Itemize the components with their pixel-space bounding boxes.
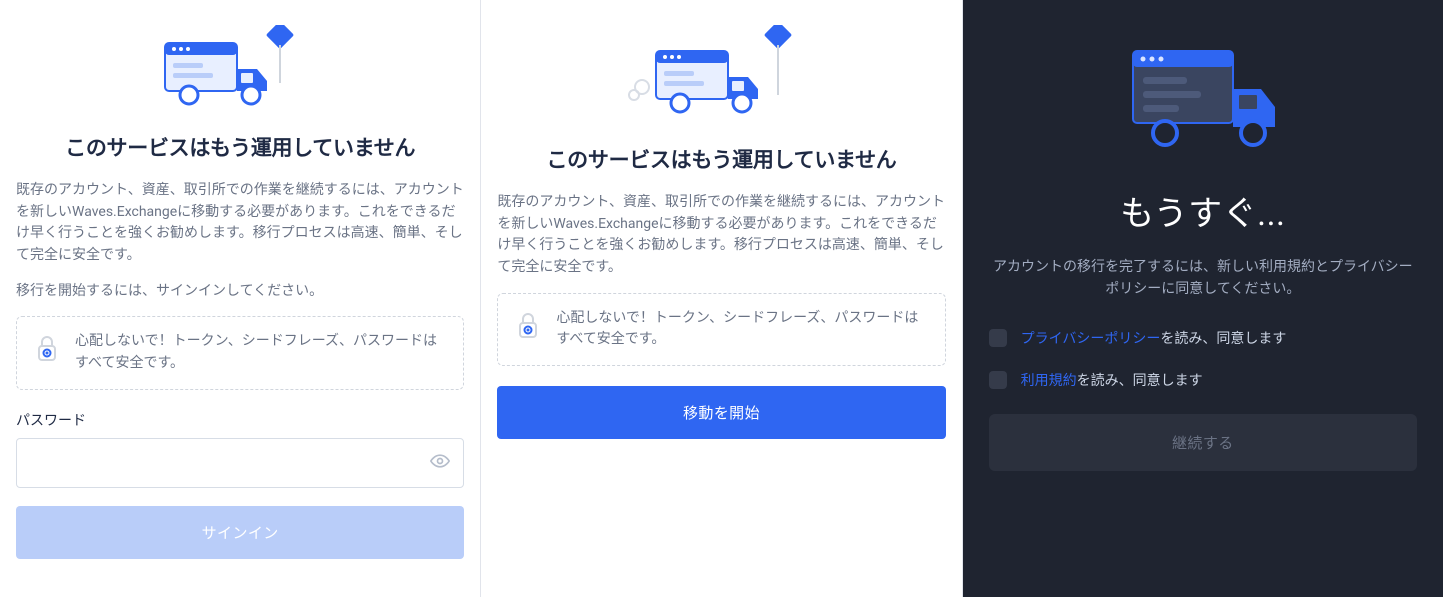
- signin-prompt: 移行を開始するには、サインインしてください。: [10, 281, 470, 303]
- panel-title: このサービスはもう運用していません: [10, 132, 470, 162]
- truck-illustration: [985, 31, 1421, 161]
- toggle-password-icon[interactable]: [430, 451, 450, 475]
- signin-button[interactable]: サインイン: [16, 506, 464, 559]
- signin-card: このサービスはもう運用していません 既存のアカウント、資産、取引所での作業を継続…: [10, 25, 470, 559]
- migrate-panel: このサービスはもう運用していません 既存のアカウント、資産、取引所での作業を継続…: [481, 0, 962, 597]
- truck-illustration: [10, 25, 470, 107]
- notice-text: 心配しないで！トークン、シードフレーズ、パスワードはすべて安全です。: [75, 331, 447, 374]
- lock-icon: [514, 310, 542, 346]
- password-input[interactable]: [16, 438, 464, 488]
- privacy-check-row: プライバシーポリシーを読み、同意します: [985, 328, 1421, 348]
- privacy-checkbox[interactable]: [989, 329, 1007, 347]
- signin-panel: このサービスはもう運用していません 既存のアカウント、資産、取引所での作業を継続…: [0, 0, 481, 597]
- terms-link[interactable]: 利用規約: [1021, 373, 1077, 389]
- lock-icon: [33, 333, 61, 369]
- consent-subtitle: アカウントの移行を完了するには、新しい利用規約とプライバシーポリシーに同意してく…: [985, 257, 1421, 300]
- terms-label: 利用規約を読み、同意します: [1021, 370, 1203, 390]
- continue-row: 継続する: [985, 414, 1421, 471]
- panel-title: もうすぐ...: [985, 186, 1421, 235]
- terms-checkbox[interactable]: [989, 371, 1007, 389]
- terms-check-row: 利用規約を読み、同意します: [985, 370, 1421, 390]
- privacy-label: プライバシーポリシーを読み、同意します: [1021, 328, 1287, 348]
- truck-illustration: [491, 25, 951, 119]
- description-text: 既存のアカウント、資産、取引所での作業を継続するには、アカウントを新しいWave…: [10, 180, 470, 267]
- terms-rest: を読み、同意します: [1077, 373, 1203, 389]
- consent-inner: もうすぐ... アカウントの移行を完了するには、新しい利用規約とプライバシーポリ…: [973, 10, 1433, 477]
- continue-button[interactable]: 継続する: [989, 414, 1417, 471]
- consent-panel: もうすぐ... アカウントの移行を完了するには、新しい利用規約とプライバシーポリ…: [963, 0, 1443, 597]
- panel-title: このサービスはもう運用していません: [491, 144, 951, 174]
- start-migration-button[interactable]: 移動を開始: [497, 386, 945, 439]
- description-text: 既存のアカウント、資産、取引所での作業を継続するには、アカウントを新しいWave…: [491, 192, 951, 279]
- password-input-wrap: [16, 438, 464, 488]
- privacy-rest: を読み、同意します: [1160, 331, 1286, 347]
- security-notice: 心配しないで！トークン、シードフレーズ、パスワードはすべて安全です。: [16, 316, 464, 389]
- security-notice: 心配しないで！トークン、シードフレーズ、パスワードはすべて安全です。: [497, 293, 945, 366]
- password-label: パスワード: [16, 410, 464, 430]
- privacy-link[interactable]: プライバシーポリシー: [1021, 331, 1161, 347]
- notice-text: 心配しないで！トークン、シードフレーズ、パスワードはすべて安全です。: [556, 308, 928, 351]
- migrate-card: このサービスはもう運用していません 既存のアカウント、資産、取引所での作業を継続…: [491, 25, 951, 439]
